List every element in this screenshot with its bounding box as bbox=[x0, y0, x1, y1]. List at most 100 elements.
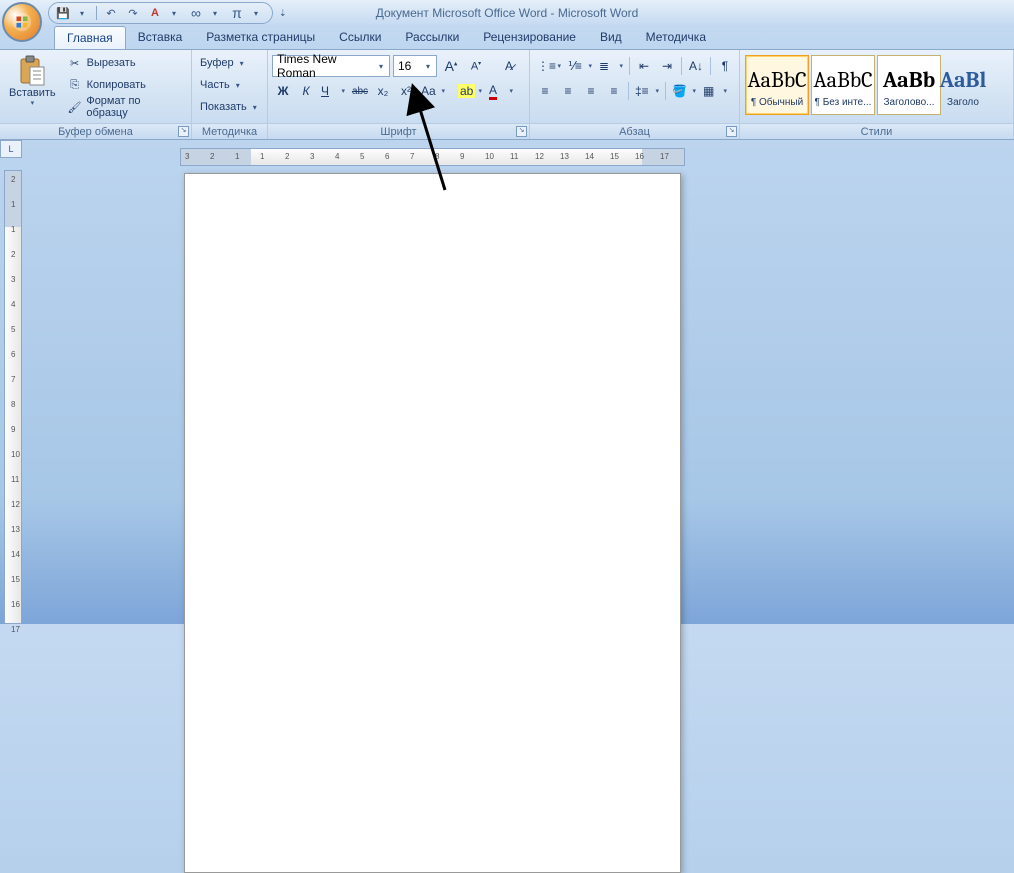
highlight-button[interactable]: ab▾ bbox=[455, 80, 485, 102]
styles-group-label: Стили bbox=[861, 126, 893, 138]
bold-icon: Ж bbox=[278, 84, 289, 98]
bold-button[interactable]: Ж bbox=[272, 80, 294, 102]
style-heading2[interactable]: AaBl Заголо bbox=[943, 55, 983, 115]
tab-page-layout[interactable]: Разметка страницы bbox=[194, 26, 327, 49]
format-painter-button[interactable]: 🖌Формат по образцу bbox=[63, 96, 187, 118]
style-normal[interactable]: AaBbC ¶ Обычный bbox=[745, 55, 809, 115]
tab-view[interactable]: Вид bbox=[588, 26, 634, 49]
clear-format-button[interactable]: A̷ bbox=[498, 55, 520, 77]
font-name-value: Times New Roman bbox=[277, 52, 375, 80]
strike-icon: abc bbox=[352, 86, 368, 97]
border-button[interactable]: ▦▾ bbox=[700, 80, 730, 102]
infinity-dropdown-icon[interactable]: ▾ bbox=[207, 5, 223, 21]
copy-icon: ⎘ bbox=[67, 77, 83, 93]
shrink-font-button[interactable]: A▾ bbox=[465, 55, 487, 77]
numbering-icon: ⅟≡ bbox=[568, 59, 582, 73]
strike-button[interactable]: abc bbox=[349, 80, 371, 102]
show-button[interactable]: Показать bbox=[196, 96, 261, 118]
align-left-button[interactable]: ≡ bbox=[534, 80, 556, 102]
style-heading1[interactable]: AaBb Заголово... bbox=[877, 55, 941, 115]
subscript-button[interactable]: x₂ bbox=[372, 80, 394, 102]
grow-font-icon: A▴ bbox=[445, 58, 458, 74]
ribbon: Вставить ▾ ✂Вырезать ⎘ Копировать 🖌Формат… bbox=[0, 50, 1014, 140]
superscript-icon: x² bbox=[401, 84, 411, 98]
brush-icon: 🖌 bbox=[67, 99, 83, 115]
style-sample: AaBbC bbox=[747, 63, 806, 97]
qat-customize-icon[interactable]: ⇣ bbox=[279, 8, 287, 19]
shading-button[interactable]: 🪣▾ bbox=[669, 80, 699, 102]
align-justify-icon: ≡ bbox=[610, 84, 617, 98]
sort-icon: A↓ bbox=[689, 59, 703, 73]
tab-insert[interactable]: Вставка bbox=[126, 26, 195, 49]
infinity-icon[interactable]: ∞ bbox=[188, 5, 204, 21]
italic-icon: К bbox=[302, 84, 309, 98]
numbering-button[interactable]: ⅟≡▾ bbox=[565, 55, 595, 77]
pilcrow-icon: ¶ bbox=[722, 59, 728, 73]
indent-button[interactable]: ⇥ bbox=[656, 55, 678, 77]
underline-button[interactable]: Ч▾ bbox=[318, 80, 348, 102]
redo-icon[interactable]: ↷ bbox=[125, 5, 141, 21]
tab-review[interactable]: Рецензирование bbox=[471, 26, 588, 49]
horizontal-ruler[interactable]: 3211234567891011121314151617 bbox=[180, 148, 685, 166]
change-case-button[interactable]: Aa▾ bbox=[418, 80, 448, 102]
para-launcher[interactable]: ↘ bbox=[726, 126, 737, 137]
paste-dropdown-icon[interactable]: ▾ bbox=[31, 99, 35, 107]
font-size-combo[interactable]: 16▾ bbox=[393, 55, 437, 77]
chevron-down-icon: ▾ bbox=[422, 62, 434, 71]
align-left-icon: ≡ bbox=[541, 84, 548, 98]
part-button[interactable]: Часть bbox=[196, 74, 261, 96]
buffer-button[interactable]: Буфер bbox=[196, 52, 261, 74]
office-button[interactable] bbox=[2, 2, 42, 42]
pilcrow-button[interactable]: ¶ bbox=[714, 55, 736, 77]
document-page[interactable] bbox=[184, 173, 681, 873]
border-icon: ▦ bbox=[703, 84, 714, 98]
align-justify-button[interactable]: ≡ bbox=[603, 80, 625, 102]
align-center-button[interactable]: ≡ bbox=[557, 80, 579, 102]
sort-button[interactable]: A↓ bbox=[685, 55, 707, 77]
style-dropdown-icon[interactable]: ▾ bbox=[166, 5, 182, 21]
shrink-font-icon: A▾ bbox=[471, 60, 481, 73]
cut-button[interactable]: ✂Вырезать bbox=[63, 52, 187, 74]
copy-button[interactable]: ⎘ Копировать bbox=[63, 74, 187, 96]
undo-icon[interactable]: ↶ bbox=[103, 5, 119, 21]
font-size-value: 16 bbox=[398, 59, 422, 73]
eraser-icon: A̷ bbox=[505, 59, 513, 73]
pi-icon[interactable]: π bbox=[229, 5, 245, 21]
italic-button[interactable]: К bbox=[295, 80, 317, 102]
align-right-button[interactable]: ≡ bbox=[580, 80, 602, 102]
paste-button[interactable]: Вставить ▾ bbox=[4, 52, 61, 110]
style-sample: AaBb bbox=[883, 63, 935, 97]
grow-font-button[interactable]: A▴ bbox=[440, 55, 462, 77]
tab-home[interactable]: Главная bbox=[54, 26, 126, 49]
font-launcher[interactable]: ↘ bbox=[516, 126, 527, 137]
bullets-button[interactable]: ⋮≡▾ bbox=[534, 55, 564, 77]
font-color-button[interactable]: A▾ bbox=[486, 80, 516, 102]
style-sample: AaBbC bbox=[813, 63, 872, 97]
font-name-combo[interactable]: Times New Roman▾ bbox=[272, 55, 390, 77]
vertical-ruler[interactable]: 211234567891011121314151617 bbox=[4, 170, 22, 624]
tab-selector[interactable]: L bbox=[0, 140, 22, 158]
pi-dropdown-icon[interactable]: ▾ bbox=[248, 5, 264, 21]
clipboard-launcher[interactable]: ↘ bbox=[178, 126, 189, 137]
align-right-icon: ≡ bbox=[587, 84, 594, 98]
tab-references[interactable]: Ссылки bbox=[327, 26, 393, 49]
highlight-icon: ab bbox=[458, 84, 475, 98]
style-sample: AaBl bbox=[940, 63, 987, 97]
copy-label: Копировать bbox=[87, 79, 146, 91]
tab-mailings[interactable]: Рассылки bbox=[393, 26, 471, 49]
tab-methodichka[interactable]: Методичка bbox=[634, 26, 718, 49]
font-style-icon[interactable]: A bbox=[147, 5, 163, 21]
dedent-button[interactable]: ⇤ bbox=[633, 55, 655, 77]
style-no-spacing[interactable]: AaBbC ¶ Без инте... bbox=[811, 55, 875, 115]
save-icon[interactable]: 💾 bbox=[55, 5, 71, 21]
style-label: ¶ Без инте... bbox=[815, 97, 872, 108]
cut-label: Вырезать bbox=[87, 57, 136, 69]
line-spacing-button[interactable]: ‡≡▾ bbox=[632, 80, 662, 102]
multilevel-button[interactable]: ≣▾ bbox=[596, 55, 626, 77]
chevron-down-icon: ▾ bbox=[509, 87, 513, 95]
superscript-button[interactable]: x² bbox=[395, 80, 417, 102]
style-label: Заголово... bbox=[884, 97, 935, 108]
save-dropdown-icon[interactable]: ▾ bbox=[74, 5, 90, 21]
clipboard-group-label: Буфер обмена bbox=[58, 126, 133, 138]
indent-icon: ⇥ bbox=[662, 59, 672, 73]
